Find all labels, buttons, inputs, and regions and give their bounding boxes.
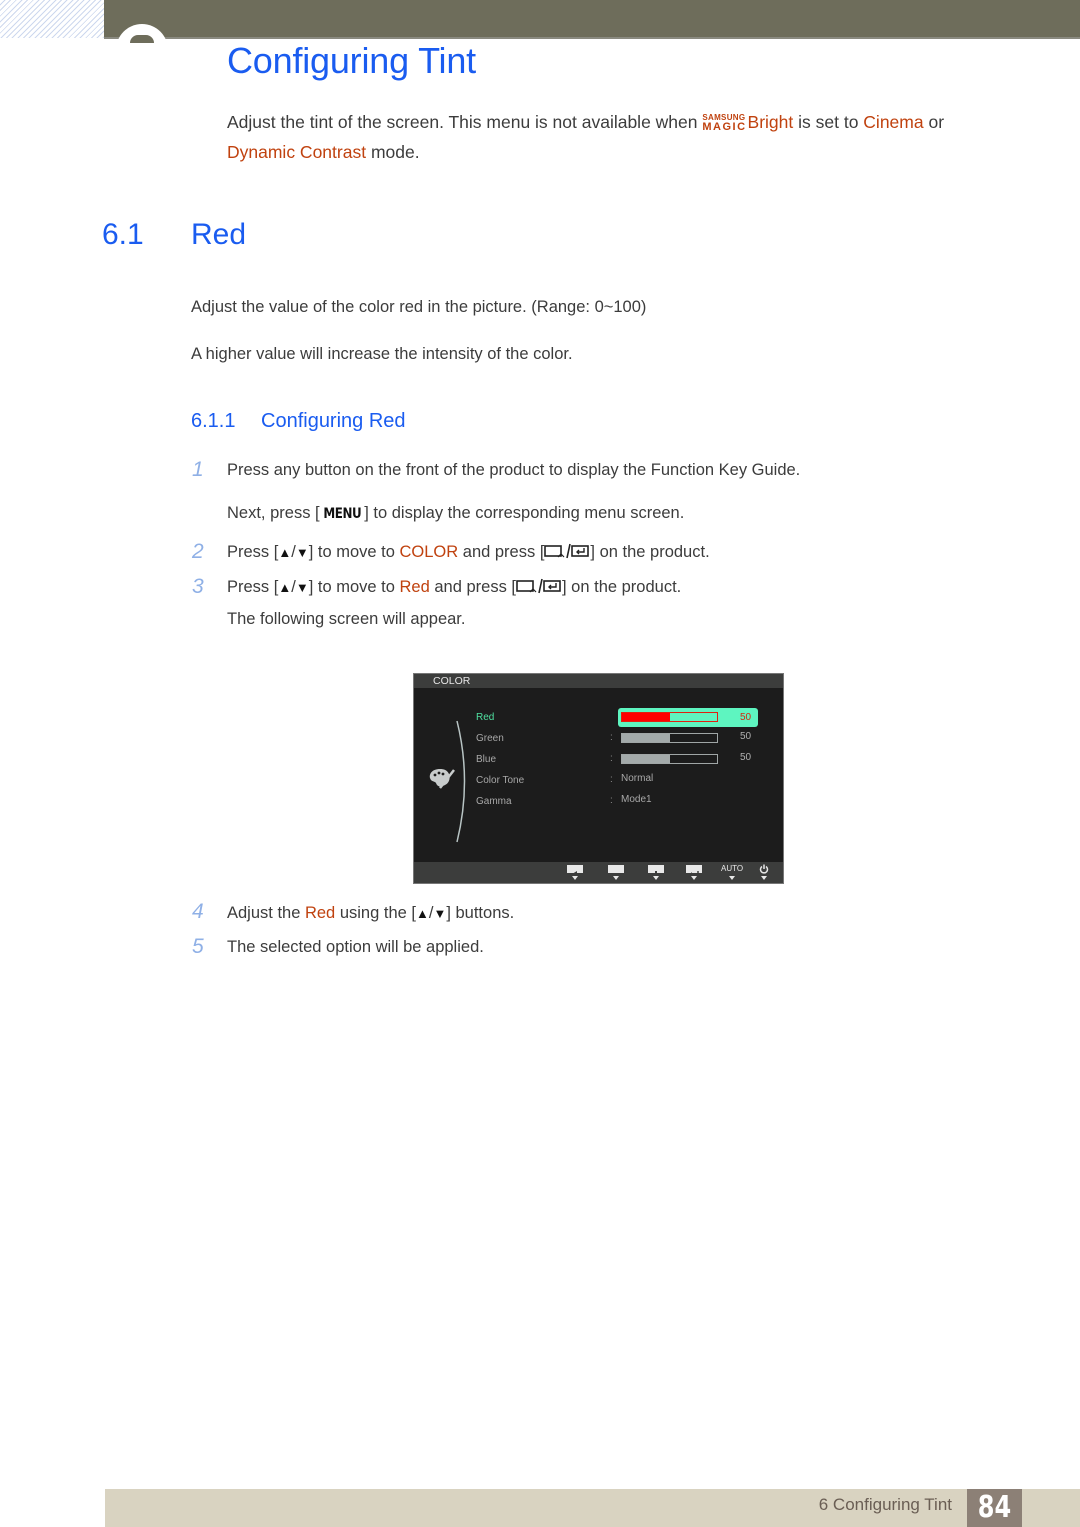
green-slider[interactable] bbox=[621, 733, 718, 743]
page-number: 84 bbox=[977, 1490, 1012, 1525]
chapter-badge bbox=[116, 24, 168, 76]
section-number: 6.1 bbox=[102, 218, 144, 251]
osd-item-blue[interactable]: Blue bbox=[476, 754, 496, 765]
subsection-number: 6.1.1 bbox=[191, 410, 236, 432]
green-slider-fill bbox=[622, 734, 670, 742]
color-menu-term: COLOR bbox=[399, 543, 459, 561]
blue-slider[interactable] bbox=[621, 754, 718, 764]
key-indicator-arrow-icon bbox=[691, 876, 697, 880]
intro-text: Adjust the tint of the screen. This menu… bbox=[227, 112, 703, 132]
step-number: 1 bbox=[192, 458, 204, 481]
step-number: 2 bbox=[192, 540, 204, 563]
osd-color-menu-screenshot: COLOR Red Green Blue Color Tone Gamma : … bbox=[413, 673, 784, 884]
red-value: 50 bbox=[740, 712, 752, 723]
source-enter-button-icon bbox=[544, 543, 590, 564]
page-number-box: 84 bbox=[967, 1489, 1022, 1527]
header-hatch-decoration bbox=[0, 0, 104, 38]
intro-text: mode. bbox=[366, 142, 420, 162]
color-tone-value: Normal bbox=[621, 773, 654, 784]
key-indicator-arrow-icon bbox=[613, 876, 619, 880]
osd-colon: : bbox=[610, 732, 613, 743]
section-paragraph-2: A higher value will increase the intensi… bbox=[191, 345, 573, 363]
palette-icon bbox=[429, 769, 455, 789]
step-number: 5 bbox=[192, 935, 204, 958]
down-arrow-icon: ▼ bbox=[433, 906, 447, 921]
magic-bright-term: Bright bbox=[747, 112, 794, 132]
key-indicator-arrow-icon bbox=[729, 876, 735, 880]
source-enter-button-icon bbox=[516, 578, 562, 599]
section-title: Red bbox=[191, 218, 247, 251]
osd-colon: : bbox=[610, 774, 613, 785]
minus-key-icon[interactable] bbox=[608, 865, 624, 875]
footer-chapter-label: 6 Configuring Tint bbox=[818, 1495, 952, 1514]
auto-key[interactable]: AUTO bbox=[721, 864, 743, 873]
osd-item-red[interactable]: Red bbox=[476, 712, 494, 723]
dynamic-contrast-term: Dynamic Contrast bbox=[227, 142, 367, 162]
step-text: The following screen will appear. bbox=[227, 610, 466, 628]
gamma-value: Mode1 bbox=[621, 794, 652, 805]
header-bar bbox=[104, 0, 1080, 39]
osd-colon: : bbox=[610, 711, 613, 722]
osd-colon: : bbox=[610, 753, 613, 764]
osd-item-gamma[interactable]: Gamma bbox=[476, 796, 512, 807]
osd-function-key-bar: AUTO bbox=[414, 862, 783, 883]
red-menu-term: Red bbox=[399, 578, 430, 596]
left-key-icon[interactable] bbox=[567, 865, 583, 877]
osd-title: COLOR bbox=[433, 675, 471, 687]
red-slider[interactable] bbox=[621, 712, 718, 722]
intro-text: is set to bbox=[793, 112, 864, 132]
osd-header: COLOR bbox=[414, 674, 783, 688]
cinema-term: Cinema bbox=[863, 112, 924, 132]
key-indicator-arrow-icon bbox=[653, 876, 659, 880]
samsung-magic-logo: SAMSUNG MAGIC bbox=[702, 113, 747, 133]
subsection-title: Configuring Red bbox=[261, 410, 406, 432]
up-arrow-icon: ▲ bbox=[278, 580, 292, 595]
power-key-icon[interactable] bbox=[759, 864, 769, 874]
enter-key-icon[interactable] bbox=[686, 865, 702, 878]
step-number: 3 bbox=[192, 575, 204, 598]
section-paragraph-1: Adjust the value of the color red in the… bbox=[191, 298, 647, 316]
step-text: Adjust the Red using the [▲/▼] buttons. bbox=[227, 904, 515, 922]
chapter-title: Configuring Tint bbox=[227, 40, 476, 81]
up-arrow-icon: ▲ bbox=[278, 545, 292, 560]
step-text: Next, press [MENU] to display the corres… bbox=[227, 504, 685, 522]
step-text: The selected option will be applied. bbox=[227, 938, 484, 956]
step-text: Press any button on the front of the pro… bbox=[227, 461, 801, 479]
osd-item-color-tone[interactable]: Color Tone bbox=[476, 775, 524, 786]
plus-key-icon[interactable] bbox=[648, 865, 664, 877]
red-slider-fill bbox=[622, 713, 670, 721]
blue-slider-fill bbox=[622, 755, 670, 763]
key-indicator-arrow-icon bbox=[761, 876, 767, 880]
intro-paragraph: Adjust the tint of the screen. This menu… bbox=[227, 107, 1027, 167]
page-footer: 6 Configuring Tint bbox=[105, 1489, 1080, 1527]
green-value: 50 bbox=[740, 731, 752, 742]
menu-key-icon: MENU bbox=[322, 506, 361, 522]
intro-text: or bbox=[923, 112, 945, 132]
blue-value: 50 bbox=[740, 752, 752, 763]
up-arrow-icon: ▲ bbox=[415, 906, 429, 921]
step-text: Press [▲/▼] to move to COLOR and press [… bbox=[227, 543, 710, 564]
step-number: 4 bbox=[192, 900, 204, 923]
down-arrow-icon: ▼ bbox=[295, 580, 309, 595]
red-term: Red bbox=[304, 904, 336, 922]
down-arrow-icon: ▼ bbox=[295, 545, 309, 560]
step-text: Press [▲/▼] to move to Red and press [] … bbox=[227, 578, 681, 599]
osd-arc-decoration bbox=[456, 720, 466, 843]
osd-item-green[interactable]: Green bbox=[476, 733, 504, 744]
key-indicator-arrow-icon bbox=[572, 876, 578, 880]
osd-colon: : bbox=[610, 795, 613, 806]
